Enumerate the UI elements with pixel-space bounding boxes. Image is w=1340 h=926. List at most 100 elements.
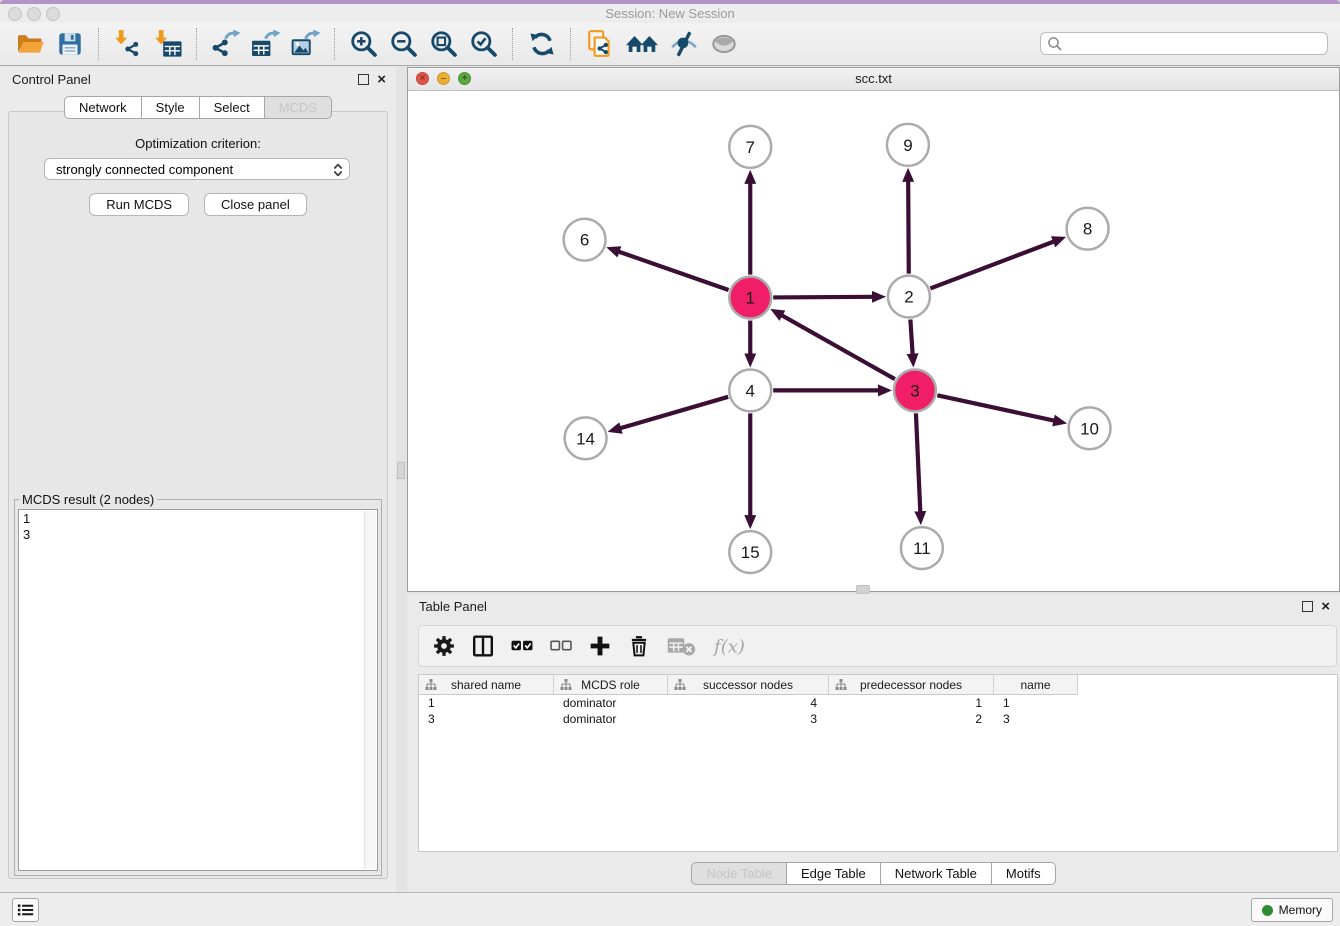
open-icon[interactable] bbox=[15, 29, 45, 59]
run-mcds-button[interactable]: Run MCDS bbox=[89, 193, 189, 216]
cell-predecessor-nodes: 2 bbox=[829, 712, 994, 726]
table-row[interactable]: 1dominator411 bbox=[419, 695, 1337, 711]
column-label: name bbox=[1020, 678, 1050, 692]
toolbar-separator bbox=[334, 28, 336, 60]
graph-node-11[interactable]: 11 bbox=[901, 527, 943, 569]
cell-successor-nodes: 3 bbox=[668, 712, 829, 726]
import-network-icon[interactable] bbox=[113, 29, 143, 59]
graph-node-14[interactable]: 14 bbox=[565, 417, 607, 459]
select-all-icon[interactable] bbox=[511, 635, 533, 657]
graph-node-3[interactable]: 3 bbox=[894, 369, 936, 411]
svg-text:6: 6 bbox=[580, 231, 589, 250]
search-input[interactable] bbox=[1065, 33, 1325, 56]
column-header-name[interactable]: name bbox=[994, 675, 1078, 695]
table-panel-float-icon[interactable] bbox=[1302, 601, 1313, 612]
control-panel-title: Control Panel bbox=[12, 72, 91, 87]
show-hide-graphics-icon[interactable] bbox=[709, 29, 739, 59]
edge-3-10[interactable] bbox=[937, 395, 1054, 420]
columns-icon[interactable] bbox=[472, 635, 494, 657]
zoom-in-icon[interactable] bbox=[349, 29, 379, 59]
graph-node-10[interactable]: 10 bbox=[1069, 407, 1111, 449]
network-view-title: scc.txt bbox=[408, 68, 1339, 90]
edge-2-8[interactable] bbox=[930, 241, 1054, 288]
tab-network[interactable]: Network bbox=[64, 96, 142, 119]
delete-table-icon[interactable] bbox=[667, 635, 696, 657]
home-icon[interactable] bbox=[625, 29, 659, 59]
edge-1-2[interactable] bbox=[773, 297, 873, 298]
vertical-splitter[interactable] bbox=[397, 462, 405, 479]
graph-node-9[interactable]: 9 bbox=[887, 124, 929, 166]
export-image-icon[interactable] bbox=[291, 29, 321, 59]
memory-label: Memory bbox=[1279, 903, 1322, 917]
node-table[interactable]: shared name MCDS role successor nodesprede… bbox=[418, 674, 1338, 852]
column-label: MCDS role bbox=[581, 678, 640, 692]
function-builder-icon[interactable] bbox=[713, 635, 749, 657]
tab-mcds[interactable]: MCDS bbox=[265, 96, 332, 119]
network-canvas[interactable]: 7 9 6 8 1 2 4 3 14 10 15 11 bbox=[408, 91, 1339, 591]
column-header-predecessor-nodes[interactable]: predecessor nodes bbox=[829, 675, 994, 695]
search-icon bbox=[1047, 36, 1063, 52]
memory-button[interactable]: Memory bbox=[1251, 898, 1333, 922]
tab-edge-table[interactable]: Edge Table bbox=[787, 862, 881, 885]
column-header-mcds-role[interactable]: MCDS role bbox=[554, 675, 668, 695]
column-header-shared-name[interactable]: shared name bbox=[419, 675, 554, 695]
add-row-icon[interactable] bbox=[589, 635, 611, 657]
zoom-selected-icon[interactable] bbox=[469, 29, 499, 59]
edge-3-1[interactable] bbox=[782, 315, 895, 379]
table-row[interactable]: 3dominator323 bbox=[419, 711, 1337, 727]
table-panel-close-icon[interactable]: × bbox=[1321, 601, 1330, 612]
network-view-titlebar[interactable]: × – + scc.txt bbox=[408, 68, 1339, 91]
toolbar-separator bbox=[196, 28, 198, 60]
zoom-out-icon[interactable] bbox=[389, 29, 419, 59]
column-label: shared name bbox=[451, 678, 521, 692]
edge-1-6[interactable] bbox=[618, 252, 728, 290]
delete-row-icon[interactable] bbox=[628, 635, 650, 657]
control-panel-close-icon[interactable]: × bbox=[377, 74, 386, 85]
search-box[interactable] bbox=[1040, 32, 1328, 55]
graph-node-15[interactable]: 15 bbox=[729, 531, 771, 573]
refresh-icon[interactable] bbox=[527, 29, 557, 59]
zoom-fit-icon[interactable] bbox=[429, 29, 459, 59]
edge-3-11[interactable] bbox=[916, 413, 920, 512]
graph-node-1[interactable]: 1 bbox=[729, 277, 771, 319]
graph-node-8[interactable]: 8 bbox=[1067, 208, 1109, 250]
import-table-icon[interactable] bbox=[153, 29, 183, 59]
graph-node-7[interactable]: 7 bbox=[729, 126, 771, 168]
style-preview-icon[interactable] bbox=[669, 29, 699, 59]
svg-text:4: 4 bbox=[746, 381, 755, 400]
edge-2-3[interactable] bbox=[910, 319, 912, 354]
tab-node-table[interactable]: Node Table bbox=[691, 862, 787, 885]
edge-2-9[interactable] bbox=[908, 181, 909, 274]
graph-node-2[interactable]: 2 bbox=[888, 276, 930, 318]
tab-select[interactable]: Select bbox=[200, 96, 265, 119]
cell-name: 1 bbox=[994, 696, 1078, 710]
close-panel-button[interactable]: Close panel bbox=[204, 193, 307, 216]
cell-mcds-role: dominator bbox=[554, 696, 668, 710]
tab-network-table[interactable]: Network Table bbox=[881, 862, 992, 885]
column-header-successor-nodes[interactable]: successor nodes bbox=[668, 675, 829, 695]
network-document-icon[interactable] bbox=[585, 29, 615, 59]
horizontal-splitter[interactable] bbox=[856, 585, 870, 594]
memory-status-dot bbox=[1262, 905, 1273, 916]
gear-icon[interactable] bbox=[433, 635, 455, 657]
graph-node-6[interactable]: 6 bbox=[564, 219, 606, 261]
show-panels-button[interactable] bbox=[12, 898, 39, 922]
deselect-all-icon[interactable] bbox=[550, 635, 572, 657]
mcds-result-box[interactable]: 1 3 bbox=[18, 509, 378, 871]
control-panel-float-icon[interactable] bbox=[358, 74, 369, 85]
mcds-result-scrollbar[interactable] bbox=[364, 511, 376, 869]
control-panel: Control Panel × NetworkStyleSelectMCDS O… bbox=[0, 67, 396, 892]
export-network-icon[interactable] bbox=[211, 29, 241, 59]
network-canvas-svg: 7 9 6 8 1 2 4 3 14 10 15 11 bbox=[408, 91, 1339, 591]
edge-4-14[interactable] bbox=[620, 397, 728, 428]
tab-style[interactable]: Style bbox=[142, 96, 200, 119]
graph-node-4[interactable]: 4 bbox=[729, 369, 771, 411]
export-table-icon[interactable] bbox=[251, 29, 281, 59]
tab-motifs[interactable]: Motifs bbox=[992, 862, 1056, 885]
optimization-select[interactable]: strongly connected component bbox=[44, 158, 350, 180]
cell-predecessor-nodes: 1 bbox=[829, 696, 994, 710]
table-panel-title: Table Panel bbox=[419, 599, 487, 614]
node-table-header: shared name MCDS role successor nodesprede… bbox=[419, 675, 1337, 695]
svg-text:11: 11 bbox=[913, 539, 931, 558]
save-icon[interactable] bbox=[55, 29, 85, 59]
